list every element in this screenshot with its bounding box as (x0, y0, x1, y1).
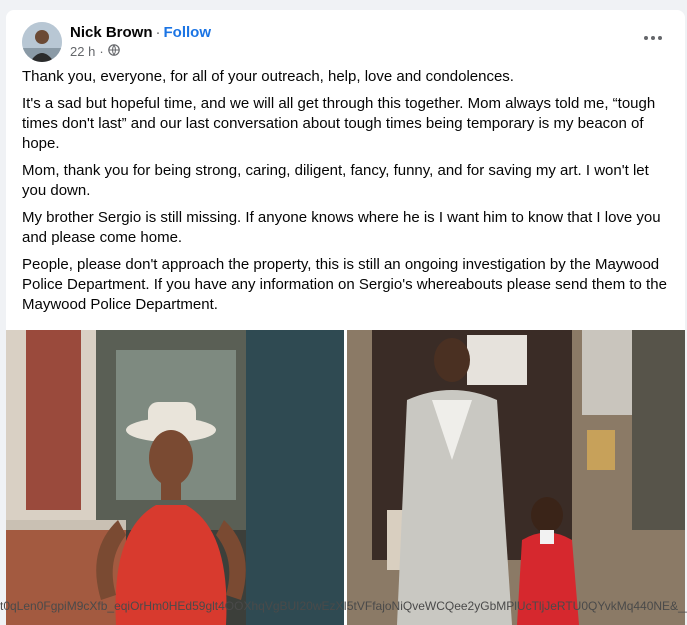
post-body: Thank you, everyone, for all of your out… (22, 67, 671, 322)
photo-woman-in-hat[interactable] (6, 330, 344, 625)
post-timestamp[interactable]: 22 h (70, 44, 95, 59)
url-overlay-text: t0qLen0FgpiM9cXfb_eqiOrHm0HEd59glt4OOXhq… (0, 599, 687, 613)
post-paragraph: People, please don't approach the proper… (22, 256, 667, 313)
separator-dot: · (99, 44, 104, 59)
more-options-icon[interactable] (637, 26, 669, 50)
author-name[interactable]: Nick Brown (70, 24, 153, 41)
post-header: Nick Brown · Follow 22 h · (22, 22, 669, 66)
post-paragraph: It's a sad but hopeful time, and we will… (22, 95, 656, 152)
follow-button[interactable]: Follow (164, 24, 212, 41)
post-card: Nick Brown · Follow 22 h · Thank you, ever… (6, 10, 685, 625)
post-meta: 22 h · (70, 44, 120, 59)
photo-grid (6, 330, 685, 625)
separator: · (155, 24, 161, 41)
author-line: Nick Brown · Follow (70, 24, 211, 41)
post-paragraph: My brother Sergio is still missing. If a… (22, 209, 661, 246)
globe-icon[interactable] (107, 44, 120, 59)
post-paragraph: Thank you, everyone, for all of your out… (22, 68, 514, 85)
avatar[interactable] (22, 22, 62, 62)
post-paragraph: Mom, thank you for being strong, caring,… (22, 162, 649, 199)
photo-woman-and-child[interactable] (347, 330, 685, 625)
